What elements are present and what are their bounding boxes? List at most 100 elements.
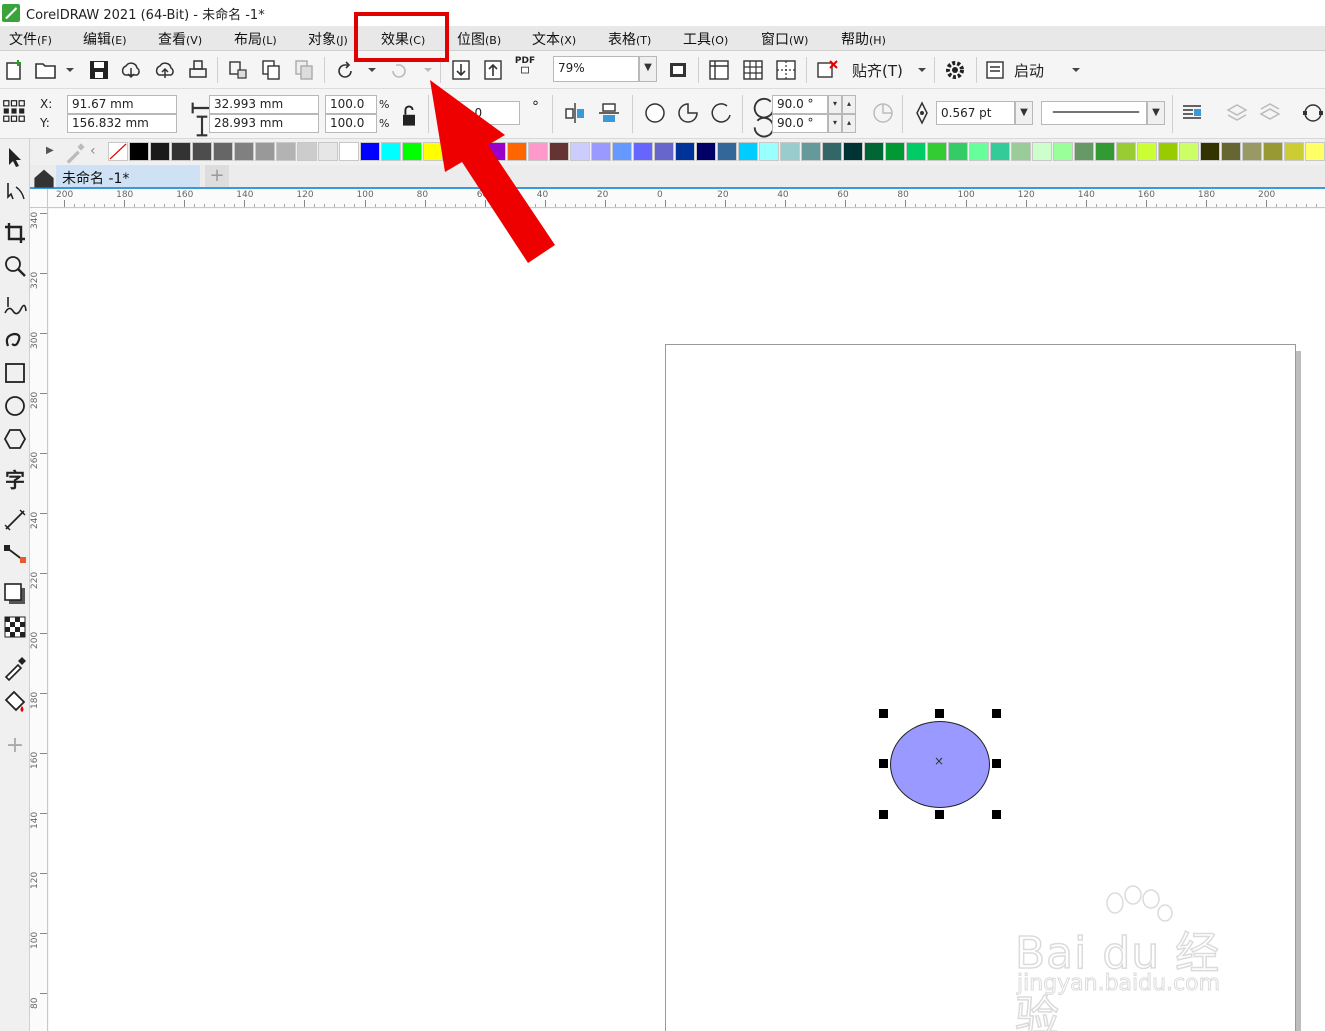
ellipse-mode-icon[interactable] (643, 101, 667, 125)
scale-height-input[interactable]: 100.0 (325, 114, 377, 133)
color-swatch[interactable] (1032, 142, 1052, 161)
color-swatch[interactable] (1179, 142, 1199, 161)
eyedropper-tool-icon[interactable] (2, 655, 28, 682)
color-swatch[interactable] (906, 142, 926, 161)
color-swatch[interactable] (1053, 142, 1073, 161)
color-swatch[interactable] (1074, 142, 1094, 161)
color-swatch[interactable] (213, 142, 233, 161)
color-swatch[interactable] (381, 142, 401, 161)
start-angle-input[interactable]: 90.0 ° (772, 95, 828, 114)
width-input[interactable]: 32.993 mm (209, 95, 319, 114)
palette-scroll-icon[interactable]: ▶ (46, 145, 54, 156)
color-swatch[interactable] (1284, 142, 1304, 161)
add-tool-icon[interactable]: + (2, 734, 28, 760)
launch-label[interactable]: 启动 (1014, 60, 1044, 81)
color-swatch[interactable] (969, 142, 989, 161)
color-swatch[interactable] (1095, 142, 1115, 161)
end-angle-spinner-up[interactable]: ▴ (842, 114, 856, 133)
snap-to-label[interactable]: 贴齐(T) (852, 60, 903, 81)
y-position-input[interactable]: 156.832 mm (67, 114, 177, 133)
palette-scroll-left-icon[interactable]: ‹ (90, 143, 96, 159)
connector-tool-icon[interactable] (2, 541, 28, 567)
color-swatch[interactable] (675, 142, 695, 161)
menu-help[interactable]: 帮助(H) (841, 29, 886, 49)
scale-width-input[interactable]: 100.0 (325, 95, 377, 114)
interactive-fill-tool-icon[interactable] (2, 688, 28, 714)
pie-mode-icon[interactable] (676, 101, 700, 125)
color-swatch[interactable] (801, 142, 821, 161)
menu-file[interactable]: 文件(F) (9, 29, 52, 49)
zoom-level-input[interactable]: 79% (553, 56, 639, 82)
color-swatch[interactable] (1242, 142, 1262, 161)
artistic-media-tool-icon[interactable] (2, 326, 28, 352)
color-swatch[interactable] (318, 142, 338, 161)
selection-handle-bottom-left[interactable] (879, 810, 888, 819)
launch-dropdown-chevron-icon[interactable] (1064, 58, 1080, 82)
color-swatch[interactable] (360, 142, 380, 161)
transparency-tool-icon[interactable] (2, 614, 28, 640)
color-swatch[interactable] (1221, 142, 1241, 161)
menu-layout[interactable]: 布局(L) (234, 29, 277, 49)
open-dropdown-chevron-icon[interactable] (58, 58, 74, 82)
menu-window[interactable]: 窗口(W) (761, 29, 808, 49)
cut-icon[interactable] (226, 58, 250, 82)
menu-table[interactable]: 表格(T) (608, 29, 651, 49)
color-swatch[interactable] (864, 142, 884, 161)
cloud-upload-icon[interactable] (153, 58, 177, 82)
new-document-icon[interactable] (3, 58, 27, 82)
color-swatch[interactable] (1263, 142, 1283, 161)
line-style-select[interactable] (1041, 101, 1147, 125)
text-wrap-icon[interactable] (1180, 101, 1204, 125)
copy-icon[interactable] (259, 58, 283, 82)
color-swatch[interactable] (192, 142, 212, 161)
rectangle-tool-icon[interactable] (2, 360, 28, 386)
color-swatch[interactable] (696, 142, 716, 161)
selection-handle-left[interactable] (879, 759, 888, 768)
color-swatch[interactable] (591, 142, 611, 161)
freehand-tool-icon[interactable] (2, 293, 28, 319)
publish-pdf-icon[interactable]: PDF (513, 56, 537, 80)
polygon-tool-icon[interactable] (2, 426, 28, 452)
selection-handle-top[interactable] (935, 709, 944, 718)
no-fill-swatch[interactable] (108, 142, 128, 161)
parallel-dimension-tool-icon[interactable] (2, 507, 28, 533)
outline-width-input[interactable]: 0.567 pt (936, 101, 1015, 125)
color-swatch[interactable] (927, 142, 947, 161)
open-folder-icon[interactable] (34, 58, 58, 82)
crop-tool-icon[interactable] (2, 220, 28, 246)
print-icon[interactable] (186, 58, 210, 82)
ellipse-tool-icon[interactable] (2, 393, 28, 419)
gear-icon[interactable] (943, 58, 967, 82)
pick-tool-icon[interactable] (2, 145, 28, 171)
mirror-vertical-icon[interactable] (597, 101, 621, 125)
color-swatch[interactable] (1116, 142, 1136, 161)
menu-bitmaps[interactable]: 位图(B) (457, 29, 501, 49)
color-swatch[interactable] (255, 142, 275, 161)
color-swatch[interactable] (843, 142, 863, 161)
snap-off-icon[interactable] (815, 58, 839, 82)
drop-shadow-tool-icon[interactable] (2, 581, 28, 607)
launch-app-icon[interactable] (984, 58, 1008, 82)
color-swatch[interactable] (129, 142, 149, 161)
home-icon[interactable] (32, 166, 54, 188)
color-swatch[interactable] (1137, 142, 1157, 161)
color-swatch[interactable] (759, 142, 779, 161)
ruler-origin[interactable] (30, 189, 48, 208)
color-swatch[interactable] (570, 142, 590, 161)
color-swatch[interactable] (990, 142, 1010, 161)
text-tool-icon[interactable]: 字 (2, 467, 28, 493)
add-document-tab-button[interactable]: + (205, 165, 229, 187)
menu-object[interactable]: 对象(J) (308, 29, 348, 49)
x-position-input[interactable]: 91.67 mm (67, 95, 177, 114)
end-angle-spinner[interactable]: ▾ (828, 114, 842, 133)
color-swatch[interactable] (150, 142, 170, 161)
export-icon[interactable] (481, 58, 505, 82)
full-screen-preview-icon[interactable] (666, 58, 690, 82)
start-angle-spinner-up[interactable]: ▴ (842, 95, 856, 114)
selection-handle-bottom-right[interactable] (992, 810, 1001, 819)
menu-tools[interactable]: 工具(O) (683, 29, 728, 49)
selection-handle-bottom[interactable] (935, 810, 944, 819)
cloud-download-icon[interactable] (119, 58, 143, 82)
shape-tool-icon[interactable] (2, 179, 28, 205)
menu-view[interactable]: 查看(V) (158, 29, 202, 49)
